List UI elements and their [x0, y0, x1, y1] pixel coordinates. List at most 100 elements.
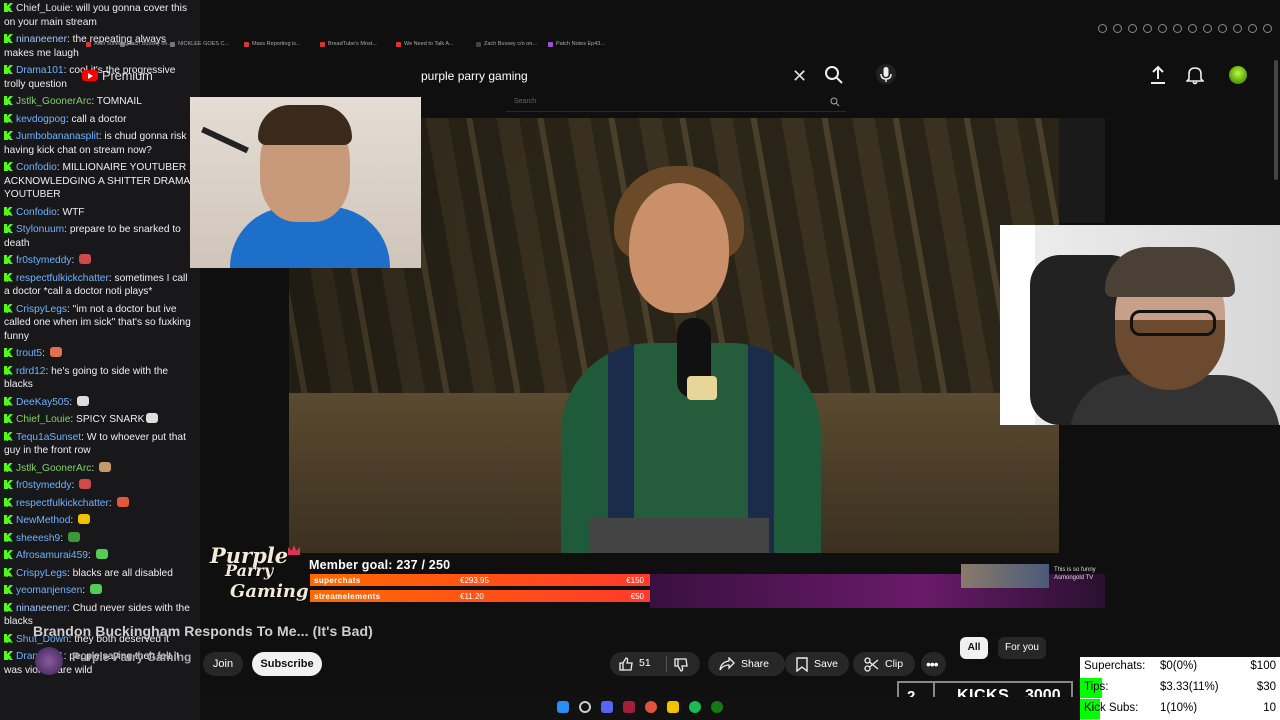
- chat-username[interactable]: Jstlk_GoonerArc: [16, 96, 91, 107]
- browser-extension-icons[interactable]: [1098, 24, 1272, 33]
- bookmark-item[interactable]: After suffering a...: [86, 41, 137, 47]
- extension-icon[interactable]: [1158, 24, 1167, 33]
- chat-username[interactable]: Confodio: [16, 162, 57, 173]
- extension-icon[interactable]: [1143, 24, 1152, 33]
- chat-username[interactable]: NewMethod: [16, 515, 70, 526]
- chat-username[interactable]: Drama101: [16, 65, 64, 76]
- chat-message: Stylonuum: prepare to be snarked to deat…: [4, 224, 181, 249]
- chat-username[interactable]: Chief_Louie: [16, 414, 70, 425]
- chat-message: NewMethod:: [0, 512, 200, 530]
- chat-emote-icon: [146, 413, 159, 423]
- secondary-search-bar[interactable]: Search: [506, 95, 846, 112]
- bookmark-item[interactable]: Mass Reporting is...: [244, 41, 301, 47]
- chat-emote-icon: [79, 254, 92, 264]
- more-actions-button[interactable]: •••: [921, 652, 946, 676]
- subscribe-button[interactable]: Subscribe: [252, 652, 322, 676]
- filter-chip-for-you[interactable]: For you: [998, 637, 1046, 659]
- notifications-bell-icon[interactable]: [1186, 65, 1204, 85]
- kick-badge-icon: [4, 348, 13, 357]
- search-bar[interactable]: purple parry gaming ✕: [408, 61, 848, 91]
- bookmark-item[interactable]: We Need to Talk A...: [396, 41, 454, 47]
- chat-username[interactable]: respectfulkickchatter: [16, 273, 109, 284]
- folder-icon[interactable]: [667, 701, 679, 713]
- search-icon[interactable]: [824, 65, 844, 85]
- bookmark-item[interactable]: Patch Notes Ep43...: [548, 41, 605, 47]
- channel-avatar[interactable]: [35, 647, 63, 675]
- discord-icon[interactable]: [601, 701, 613, 713]
- bookmark-item[interactable]: BreadTube's Most...: [320, 41, 377, 47]
- download-icon[interactable]: [1248, 24, 1257, 33]
- taskbar-search-icon[interactable]: [579, 701, 591, 713]
- chat-username[interactable]: fr0stymeddy: [16, 255, 71, 266]
- kick-badge-icon: [4, 34, 13, 43]
- app-icon[interactable]: [623, 701, 635, 713]
- chat-username[interactable]: Stylonuum: [16, 224, 64, 235]
- extension-icon[interactable]: [1128, 24, 1137, 33]
- chat-username[interactable]: kevdogpog: [16, 114, 66, 125]
- join-button[interactable]: Join: [203, 652, 243, 676]
- chat-username[interactable]: trout5: [16, 348, 42, 359]
- windows-start-icon[interactable]: [557, 701, 569, 713]
- zoom-icon[interactable]: [1098, 24, 1107, 33]
- search-icon[interactable]: [830, 97, 840, 107]
- clip-button[interactable]: Clip: [853, 652, 915, 676]
- chat-username[interactable]: fr0stymeddy: [16, 480, 71, 491]
- chat-username[interactable]: DeeKay505: [16, 397, 69, 408]
- chat-message: kevdogpog: call a doctor: [0, 111, 200, 129]
- video-side-band: [1059, 118, 1105, 223]
- extension-icon[interactable]: [1218, 24, 1227, 33]
- chat-message: Jumbobananasplit: is chud gonna risk hav…: [4, 131, 187, 156]
- chat-text: WTF: [62, 206, 85, 218]
- extension-icon[interactable]: [1173, 24, 1182, 33]
- bookmark-item[interactable]: Zach Bussey c/o on...: [476, 41, 537, 47]
- webcam-streamer-left: [190, 97, 421, 268]
- kick-badge-icon: [4, 397, 13, 406]
- chat-message: DeeKay505:: [0, 394, 200, 412]
- chat-username[interactable]: CrispyLegs: [16, 568, 67, 579]
- chat-username[interactable]: sheeesh9: [16, 533, 60, 544]
- xbox-icon[interactable]: [711, 701, 723, 713]
- microphone-icon[interactable]: [876, 64, 896, 86]
- search-input[interactable]: purple parry gaming: [421, 69, 528, 83]
- spotify-icon[interactable]: [689, 701, 701, 713]
- clip-label: Clip: [885, 658, 904, 670]
- save-button[interactable]: Save: [785, 652, 849, 676]
- chat-username[interactable]: yeomanjensen: [16, 585, 82, 596]
- chat-username[interactable]: Chief_Louie: [16, 3, 70, 14]
- stat-goal: $30: [1256, 681, 1276, 693]
- chat-username[interactable]: ninaneener: [16, 603, 67, 614]
- stat-goal: 10: [1263, 702, 1276, 714]
- chat-username[interactable]: Afrosamurai459: [16, 550, 88, 561]
- chat-text: TOMNAIL: [96, 96, 142, 107]
- share-button[interactable]: Share: [708, 652, 785, 676]
- chat-username[interactable]: Jumbobananasplit: [16, 131, 99, 142]
- youtube-logo[interactable]: Premium: [82, 68, 153, 83]
- chat-username[interactable]: Confodio: [16, 207, 57, 218]
- kick-badge-icon: [4, 131, 13, 140]
- upload-icon[interactable]: [1149, 65, 1167, 85]
- chat-panel: Chief_Louie: will you gonna cover this o…: [0, 0, 200, 720]
- chat-username[interactable]: Jstlk_GoonerArc: [16, 463, 91, 474]
- chat-username[interactable]: respectfulkickchatter: [16, 498, 109, 509]
- page-scrollbar[interactable]: [1274, 60, 1278, 180]
- youtube-premium-label: Premium: [102, 68, 153, 83]
- channel-name[interactable]: Purple Parry Gaming: [72, 650, 191, 664]
- logo-line: Parry: [225, 561, 274, 580]
- chat-username[interactable]: rdrd12: [16, 366, 45, 377]
- dislike-icon[interactable]: [673, 657, 689, 673]
- clear-search-icon[interactable]: ✕: [792, 66, 807, 87]
- like-icon[interactable]: [618, 656, 634, 672]
- filter-chip-all[interactable]: All: [960, 637, 988, 659]
- extension-icon[interactable]: [1113, 24, 1122, 33]
- chat-emote-icon: [67, 531, 80, 542]
- extension-icon[interactable]: [1233, 24, 1242, 33]
- browser-icon[interactable]: [645, 701, 657, 713]
- chat-username[interactable]: Tequ1aSunset: [16, 432, 81, 443]
- settings-icon[interactable]: [1263, 24, 1272, 33]
- extension-icon[interactable]: [1203, 24, 1212, 33]
- chat-username[interactable]: CrispyLegs: [16, 304, 67, 315]
- account-avatar[interactable]: [1229, 66, 1247, 84]
- extension-icon[interactable]: [1188, 24, 1197, 33]
- chat-username[interactable]: ninaneener: [16, 34, 67, 45]
- bookmark-item[interactable]: NICKLEE GOES C...: [170, 41, 229, 47]
